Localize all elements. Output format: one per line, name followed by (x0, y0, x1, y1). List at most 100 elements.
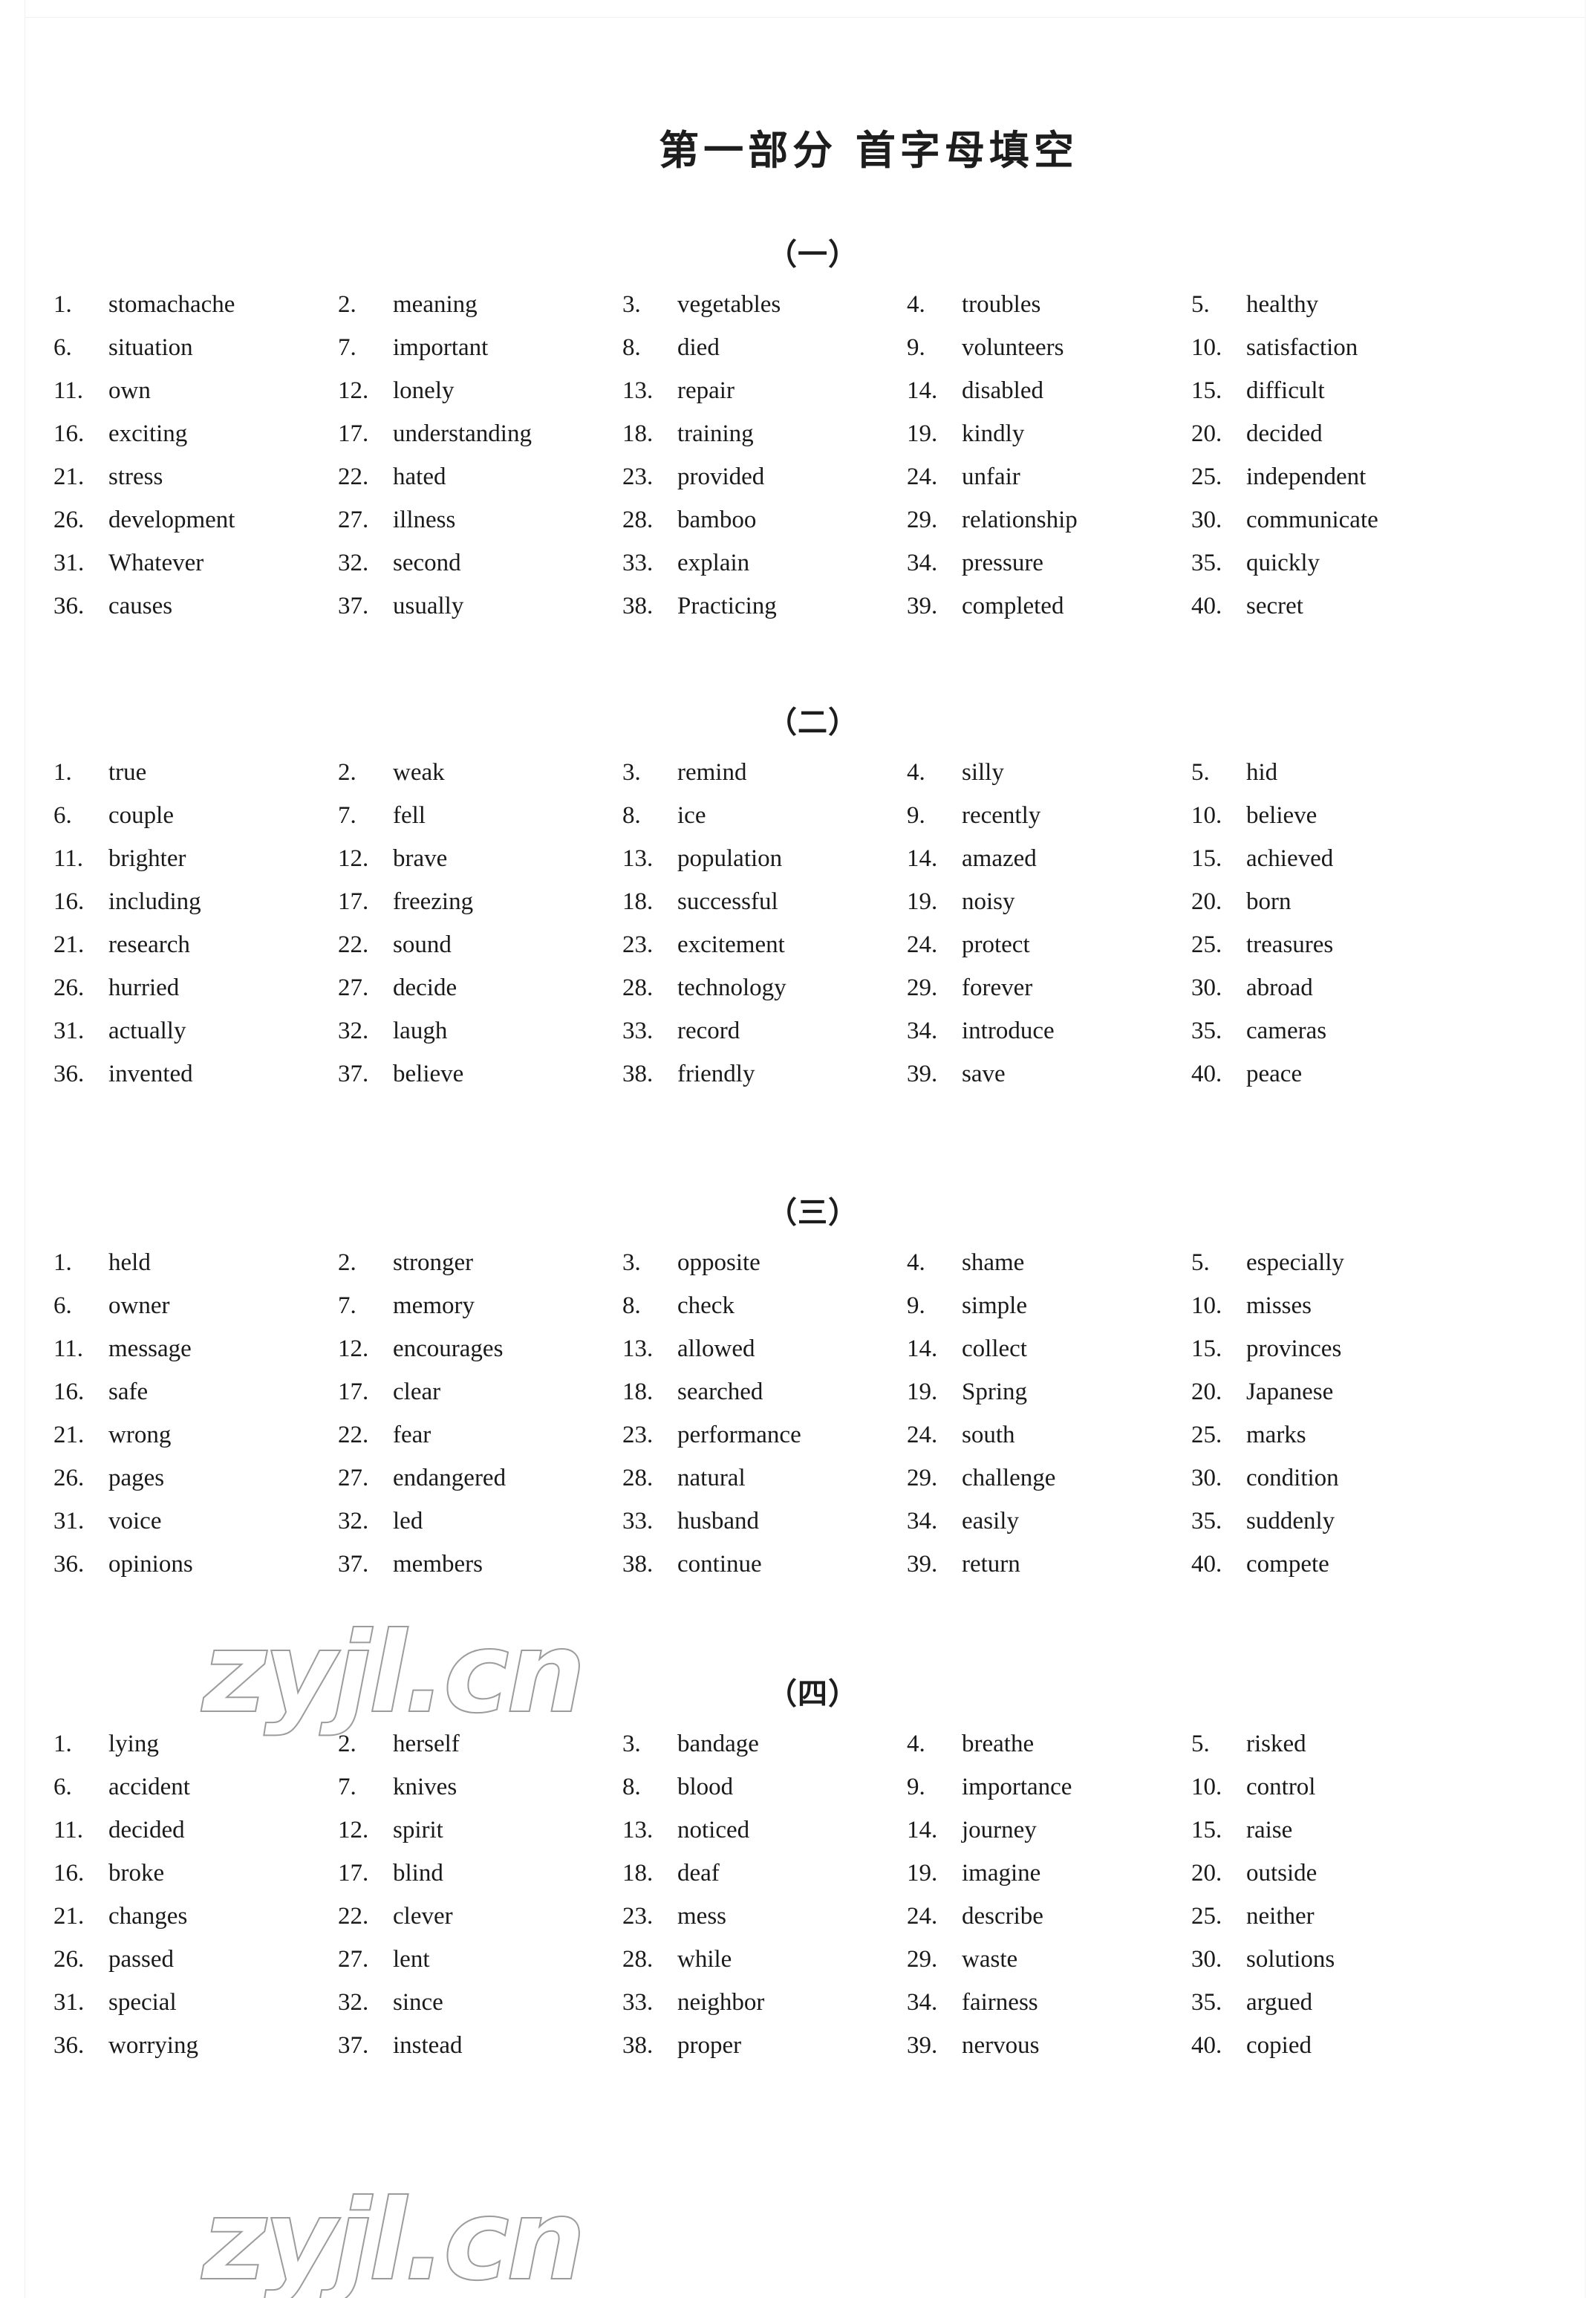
answer-number: 38. (622, 1551, 654, 1578)
answer-word: population (677, 845, 783, 872)
answer-row: 16. broke 17. blind 18. deaf 19. imagine 20. outs… (53, 1861, 1487, 1904)
answer-number: 20. (1191, 1860, 1222, 1887)
answer-word: waste (962, 1946, 1018, 1973)
answer-item: 19. imagine (907, 1861, 1191, 1886)
answer-number: 3. (622, 291, 641, 318)
answer-item: 14. disabled (907, 379, 1191, 403)
answer-word: provided (677, 463, 765, 490)
answer-number: 12. (338, 1817, 369, 1843)
answer-item: 15. achieved (1191, 847, 1476, 871)
answer-word: couple (108, 802, 174, 829)
answer-number: 21. (53, 931, 85, 958)
answer-word: secret (1246, 593, 1303, 619)
answer-number: 18. (622, 888, 654, 915)
answer-number: 17. (338, 888, 369, 915)
answer-word: died (677, 334, 720, 361)
answer-item: 1. held (53, 1251, 338, 1275)
answer-item: 31. special (53, 1991, 338, 2015)
answer-item: 37. instead (338, 2034, 622, 2058)
answer-word: held (108, 1249, 151, 1276)
answer-word: illness (393, 507, 456, 533)
answer-word: challenge (962, 1465, 1056, 1491)
answer-item: 19. Spring (907, 1380, 1191, 1404)
answer-number: 1. (53, 1731, 72, 1757)
answer-number: 33. (622, 1508, 654, 1534)
answer-item: 29. waste (907, 1947, 1191, 1972)
answer-number: 15. (1191, 845, 1222, 872)
answer-number: 9. (907, 334, 925, 361)
answer-number: 33. (622, 1018, 654, 1044)
answer-word: second (393, 550, 461, 576)
answer-item: 23. provided (622, 465, 907, 489)
answer-item: 14. collect (907, 1337, 1191, 1361)
answer-number: 7. (338, 802, 356, 829)
answer-section-3: （三） 1. held 2. stronger 3. opposite 4. shame 5. es… (0, 1188, 1596, 1595)
answer-number: 39. (907, 593, 938, 619)
answer-number: 39. (907, 2032, 938, 2059)
answer-item: 25. independent (1191, 465, 1476, 489)
answer-number: 6. (53, 1292, 72, 1319)
answer-number: 39. (907, 1061, 938, 1087)
answer-item: 7. fell (338, 804, 622, 828)
answer-word: control (1246, 1774, 1316, 1800)
answer-number: 26. (53, 1946, 85, 1973)
answer-item: 9. volunteers (907, 336, 1191, 360)
answer-word: freezing (393, 888, 474, 915)
answer-item: 8. died (622, 336, 907, 360)
answer-word: treasures (1246, 931, 1334, 958)
answer-word: simple (962, 1292, 1027, 1319)
answer-item: 37. members (338, 1552, 622, 1577)
answer-item: 23. performance (622, 1423, 907, 1448)
answer-number: 4. (907, 291, 925, 318)
answer-word: owner (108, 1292, 170, 1319)
answer-number: 28. (622, 1465, 654, 1491)
answer-number: 5. (1191, 291, 1210, 318)
answer-number: 21. (53, 1422, 85, 1448)
answer-item: 3. opposite (622, 1251, 907, 1275)
answer-word: south (962, 1422, 1015, 1448)
answer-number: 10. (1191, 334, 1222, 361)
answer-number: 6. (53, 334, 72, 361)
answer-word: fell (393, 802, 426, 829)
answer-number: 28. (622, 1946, 654, 1973)
answer-number: 15. (1191, 1817, 1222, 1843)
answer-item: 10. control (1191, 1775, 1476, 1800)
answer-item: 16. safe (53, 1380, 338, 1404)
answer-item: 29. relationship (907, 508, 1191, 533)
answer-item: 22. hated (338, 465, 622, 489)
answer-word: breathe (962, 1731, 1035, 1757)
answer-word: silly (962, 759, 1004, 786)
answer-item: 20. decided (1191, 422, 1476, 446)
answer-item: 18. training (622, 422, 907, 446)
answer-word: describe (962, 1903, 1043, 1930)
answer-item: 27. decide (338, 976, 622, 1000)
answer-item: 8. ice (622, 804, 907, 828)
answer-item: 17. freezing (338, 890, 622, 914)
answer-number: 32. (338, 1508, 369, 1534)
answer-word: continue (677, 1551, 762, 1578)
answer-word: imagine (962, 1860, 1041, 1887)
answer-word: noisy (962, 888, 1015, 915)
answer-item: 35. suddenly (1191, 1509, 1476, 1534)
answer-number: 3. (622, 759, 641, 786)
answer-word: bamboo (677, 507, 757, 533)
answer-number: 9. (907, 802, 925, 829)
answer-item: 33. neighbor (622, 1991, 907, 2015)
answer-grid: 1. lying 2. herself 3. bandage 4. breathe 5. risk… (53, 1732, 1487, 2077)
answer-row: 1. true 2. weak 3. remind 4. silly 5. hid (53, 761, 1487, 804)
answer-item: 31. Whatever (53, 551, 338, 576)
answer-item: 30. condition (1191, 1466, 1476, 1491)
answer-word: safe (108, 1379, 149, 1405)
answer-word: cameras (1246, 1018, 1327, 1044)
answer-item: 13. allowed (622, 1337, 907, 1361)
answer-number: 5. (1191, 1731, 1210, 1757)
answer-item: 35. argued (1191, 1991, 1476, 2015)
answer-item: 18. successful (622, 890, 907, 914)
answer-number: 20. (1191, 888, 1222, 915)
answer-number: 29. (907, 1465, 938, 1491)
answer-word: communicate (1246, 507, 1378, 533)
answer-item: 37. believe (338, 1062, 622, 1087)
answer-item: 3. vegetables (622, 293, 907, 317)
answer-item: 15. difficult (1191, 379, 1476, 403)
answer-word: achieved (1246, 845, 1334, 872)
